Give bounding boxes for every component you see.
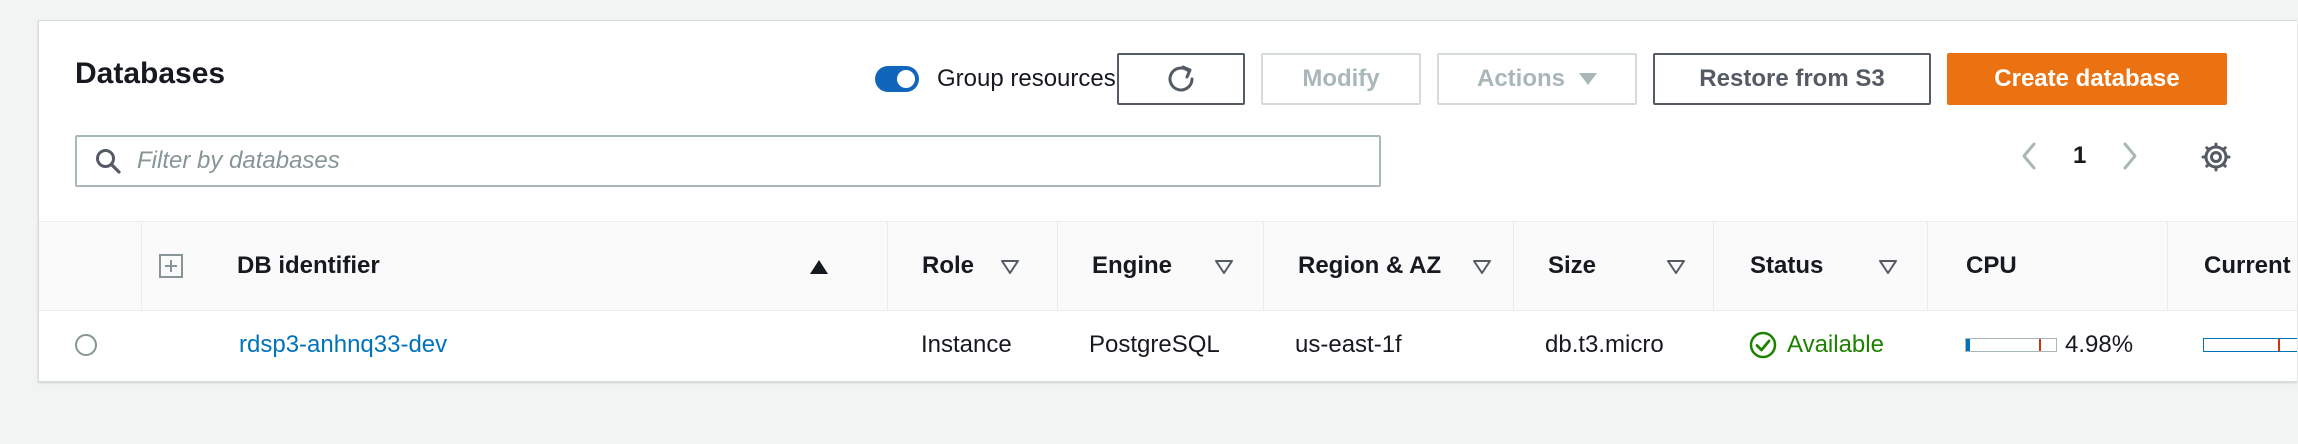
engine-cell: PostgreSQL — [1089, 310, 1220, 380]
column-label: Current — [2204, 252, 2291, 279]
current-cell — [2203, 310, 2297, 380]
actions-label: Actions — [1476, 65, 1565, 92]
column-label: DB identifier — [237, 252, 380, 279]
caret-down-icon — [1579, 73, 1597, 85]
column-label: Region & AZ — [1298, 252, 1442, 279]
create-label: Create database — [1994, 65, 2180, 92]
check-circle-icon — [1749, 331, 1777, 359]
region-az-value: us-east-1f — [1295, 331, 1402, 358]
cpu-cell: 4.98% — [1965, 310, 2133, 380]
column-current[interactable]: Current — [2167, 222, 2297, 310]
row-radio[interactable] — [75, 334, 97, 356]
column-size[interactable]: Size — [1513, 222, 1713, 310]
sort-ascending-icon[interactable] — [810, 260, 828, 274]
expand-all-cell — [141, 222, 199, 310]
row-select-cell — [75, 310, 97, 380]
databases-panel: Databases Group resources Modify Actions… — [38, 20, 2297, 382]
db-identifier-cell: rdsp3-anhnq33-dev — [239, 310, 447, 380]
group-resources-toggle[interactable]: Group resources — [875, 65, 1116, 93]
sort-icon[interactable] — [1214, 259, 1234, 275]
cpu-usage-fill — [1966, 339, 1970, 351]
toggle-label: Group resources — [937, 65, 1116, 92]
role-cell: Instance — [921, 310, 1012, 380]
chevron-left-icon[interactable] — [2019, 141, 2039, 171]
engine-value: PostgreSQL — [1089, 331, 1220, 358]
table-header: DB identifier Role Engine Region & AZ Si… — [39, 221, 2297, 311]
column-cpu[interactable]: CPU — [1927, 222, 2167, 310]
cpu-value: 4.98% — [2065, 331, 2134, 358]
chevron-right-icon[interactable] — [2120, 141, 2140, 171]
cpu-threshold-marker — [2039, 339, 2041, 351]
column-engine[interactable]: Engine — [1057, 222, 1263, 310]
size-value: db.t3.micro — [1545, 331, 1664, 358]
create-database-button[interactable]: Create database — [1947, 53, 2227, 105]
table-row[interactable]: rdsp3-anhnq33-dev Instance PostgreSQL us… — [39, 310, 2297, 380]
column-region-az[interactable]: Region & AZ — [1263, 222, 1513, 310]
page-title: Databases — [75, 57, 226, 90]
cpu-usage-bar — [1965, 338, 2057, 352]
column-status[interactable]: Status — [1713, 222, 1927, 310]
region-az-cell: us-east-1f — [1295, 310, 1402, 380]
sort-icon[interactable] — [1000, 259, 1020, 275]
db-identifier-link[interactable]: rdsp3-anhnq33-dev — [239, 331, 447, 359]
sort-icon[interactable] — [1472, 259, 1492, 275]
toggle-switch[interactable] — [875, 66, 919, 92]
modify-label: Modify — [1302, 65, 1380, 92]
expand-all-icon[interactable] — [158, 253, 184, 279]
size-cell: db.t3.micro — [1545, 310, 1664, 380]
actions-button[interactable]: Actions — [1437, 53, 1637, 105]
restore-label: Restore from S3 — [1699, 65, 1885, 92]
current-usage-bar — [2203, 338, 2297, 352]
sort-icon[interactable] — [1878, 259, 1898, 275]
column-label: Role — [922, 252, 975, 279]
toggle-knob — [897, 70, 915, 88]
refresh-button[interactable] — [1117, 53, 1245, 105]
status-value: Available — [1787, 331, 1884, 358]
column-role[interactable]: Role — [887, 222, 1057, 310]
current-threshold-marker — [2278, 339, 2280, 351]
filter-box[interactable] — [75, 135, 1381, 187]
restore-from-s3-button[interactable]: Restore from S3 — [1653, 53, 1931, 105]
search-icon — [96, 149, 121, 174]
pagination: 1 — [2019, 141, 2140, 171]
column-label: CPU — [1966, 252, 2017, 279]
page-number[interactable]: 1 — [2073, 142, 2086, 170]
column-db-identifier[interactable]: DB identifier — [237, 222, 887, 310]
column-label: Engine — [1092, 252, 1173, 279]
filter-input[interactable] — [135, 146, 1339, 176]
column-label: Status — [1750, 252, 1824, 279]
sort-icon[interactable] — [1666, 259, 1686, 275]
column-label: Size — [1548, 252, 1597, 279]
role-value: Instance — [921, 331, 1012, 358]
gear-icon[interactable] — [2201, 142, 2231, 172]
modify-button[interactable]: Modify — [1261, 53, 1421, 105]
refresh-icon — [1168, 65, 1194, 92]
status-cell: Available — [1749, 310, 1884, 380]
